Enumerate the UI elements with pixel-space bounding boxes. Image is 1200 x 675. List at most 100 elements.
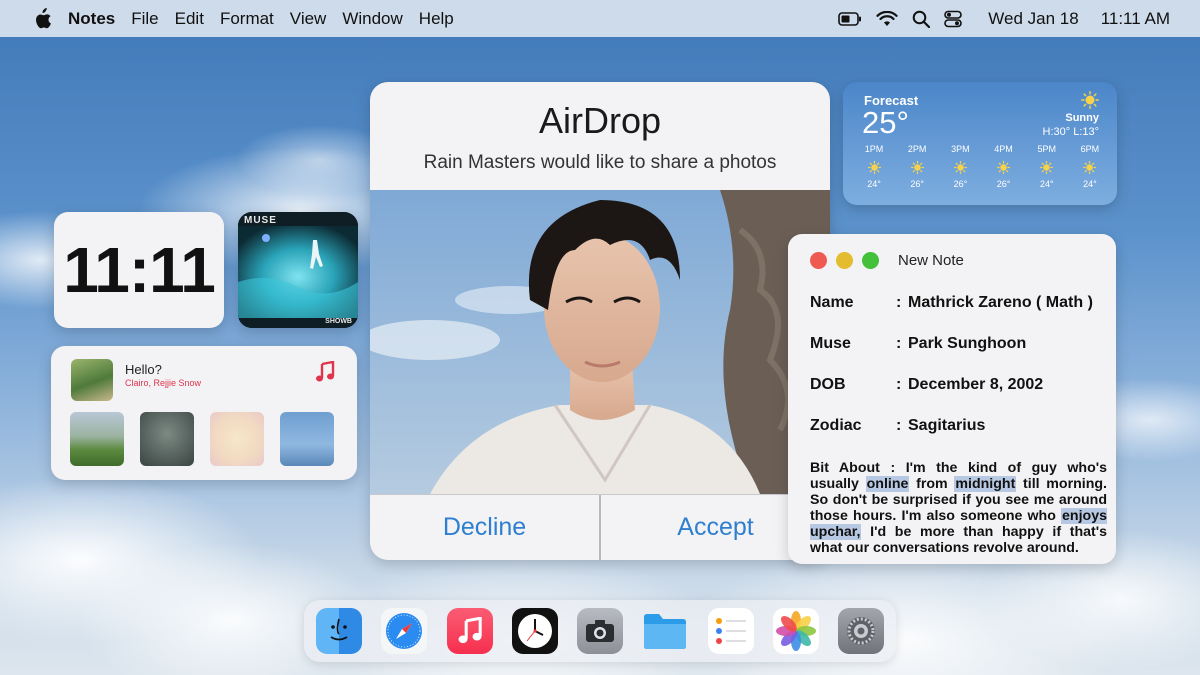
hour-item: 1PM 24°: [855, 144, 893, 189]
clock-time: 11:11: [63, 234, 216, 306]
settings-icon[interactable]: [838, 608, 884, 654]
song-artist: Clairo, Rejjie Snow: [125, 378, 202, 388]
current-temperature: 25°: [862, 105, 909, 140]
dock: [304, 600, 896, 662]
field-colon: :: [896, 335, 902, 352]
album-cover[interactable]: [140, 412, 194, 466]
note-window: New Note Name : Mathrick Zareno ( Math )…: [788, 234, 1116, 564]
menu-date[interactable]: Wed Jan 18: [988, 9, 1078, 29]
bio-key: Bit About: [810, 460, 880, 476]
hour-time: 2PM: [907, 144, 927, 154]
recent-albums: [70, 412, 334, 466]
field-key: Muse: [810, 335, 851, 352]
album-cover[interactable]: [280, 412, 334, 466]
field-key: Name: [810, 294, 854, 311]
forecast-widget[interactable]: Forecast 25° Sunny H:30° L:13° 1PM 24° 2…: [843, 82, 1117, 205]
control-center-icon[interactable]: [944, 10, 963, 28]
hourly-forecast: 1PM 24° 2PM 26° 3PM 26° 4PM 26° 5PM 24° …: [855, 144, 1109, 189]
note-field-muse: Muse : Park Sunghoon: [810, 335, 1026, 353]
hour-time: 6PM: [1080, 144, 1100, 154]
bio-text: from: [909, 476, 955, 492]
airdrop-actions: Decline Accept: [370, 494, 830, 560]
hour-time: 4PM: [994, 144, 1013, 154]
photos-icon[interactable]: [772, 608, 819, 654]
hour-temp: 26°: [910, 179, 924, 189]
menu-format[interactable]: Format: [220, 9, 274, 29]
menu-bar-left: Notes File Edit Format View Window Help: [32, 7, 454, 30]
note-field-name: Name : Mathrick Zareno ( Math ): [810, 294, 1093, 312]
note-field-dob: DOB : December 8, 2002: [810, 376, 1043, 394]
sun-icon: [1040, 161, 1054, 174]
search-icon[interactable]: [912, 10, 931, 28]
window-controls: [810, 252, 879, 269]
sun-icon: [910, 161, 924, 174]
menu-view[interactable]: View: [290, 9, 327, 29]
hour-temp: 26°: [953, 179, 968, 189]
song-title: Hello?: [125, 362, 162, 377]
album-cover[interactable]: [210, 412, 264, 466]
menu-bar-right: Wed Jan 18 11:11 AM: [838, 9, 1170, 29]
airdrop-message: Rain Masters would like to share a photo…: [423, 152, 777, 173]
hour-time: 5PM: [1037, 144, 1056, 154]
field-colon: :: [896, 294, 902, 311]
airdrop-title: AirDrop: [538, 100, 662, 141]
wifi-icon[interactable]: [876, 10, 898, 27]
field-key: Zodiac: [810, 417, 862, 434]
finder-icon[interactable]: [316, 608, 362, 654]
clock-app-icon[interactable]: [511, 608, 558, 654]
hour-temp: 24°: [1039, 179, 1054, 189]
field-value: Mathrick Zareno ( Math ): [908, 294, 1093, 311]
battery-icon[interactable]: [838, 11, 862, 26]
field-colon: :: [896, 376, 902, 393]
music-widget[interactable]: Hello? Clairo, Rejjie Snow: [51, 346, 357, 480]
decline-button[interactable]: Decline: [370, 495, 599, 560]
weather-condition: Sunny: [1065, 112, 1099, 124]
hour-temp: 24°: [1083, 179, 1097, 189]
hour-item: 2PM 26°: [898, 144, 936, 189]
sun-icon: [1081, 91, 1099, 114]
apple-icon[interactable]: [32, 7, 52, 30]
field-key: DOB: [810, 376, 846, 393]
music-note-icon[interactable]: [315, 360, 335, 388]
safari-icon[interactable]: [381, 608, 428, 654]
highlighted-text: online: [865, 476, 910, 492]
sun-icon: [997, 161, 1011, 174]
field-value: Park Sunghoon: [908, 335, 1027, 352]
airdrop-dialog: AirDrop Rain Masters would like to share…: [370, 82, 830, 560]
sun-icon: [1083, 161, 1097, 174]
close-button[interactable]: [810, 252, 827, 269]
field-value: Sagitarius: [908, 417, 986, 434]
hour-item: 3PM 26°: [941, 144, 979, 189]
album-cover-widget[interactable]: MUSE SHOWB: [238, 212, 358, 328]
hour-item: 5PM 24°: [1028, 144, 1066, 189]
menu-time[interactable]: 11:11 AM: [1101, 9, 1170, 29]
menu-help[interactable]: Help: [419, 9, 454, 29]
highlighted-text: midnight: [954, 476, 1017, 492]
menu-app-name[interactable]: Notes: [68, 9, 115, 29]
album-artwork: [238, 212, 358, 328]
now-playing-artwork[interactable]: [71, 359, 113, 401]
clock-widget[interactable]: 11:11: [54, 212, 224, 328]
files-icon[interactable]: [642, 608, 688, 654]
album-artist-label: MUSE: [244, 215, 277, 226]
note-bio[interactable]: Bit About : I'm the kind of guy who's us…: [810, 460, 1107, 556]
hour-time: 3PM: [951, 144, 970, 154]
reminders-icon[interactable]: [707, 608, 754, 654]
menu-window[interactable]: Window: [342, 9, 402, 29]
minimize-button[interactable]: [836, 252, 853, 269]
hour-temp: 26°: [996, 179, 1011, 189]
album-cover[interactable]: [70, 412, 124, 466]
camera-icon[interactable]: [577, 608, 623, 654]
menu-bar: Notes File Edit Format View Window Help …: [0, 0, 1200, 37]
menu-edit[interactable]: Edit: [175, 9, 204, 29]
field-value: December 8, 2002: [908, 376, 1044, 393]
hour-temp: 24°: [867, 179, 881, 189]
music-app-icon[interactable]: [446, 608, 493, 654]
hour-time: 1PM: [864, 144, 884, 154]
sun-icon: [953, 161, 967, 174]
field-colon: :: [896, 417, 902, 434]
zoom-button[interactable]: [862, 252, 879, 269]
note-field-zodiac: Zodiac : Sagitarius: [810, 417, 985, 435]
album-title-label: SHOWB: [325, 318, 352, 325]
menu-file[interactable]: File: [131, 9, 158, 29]
